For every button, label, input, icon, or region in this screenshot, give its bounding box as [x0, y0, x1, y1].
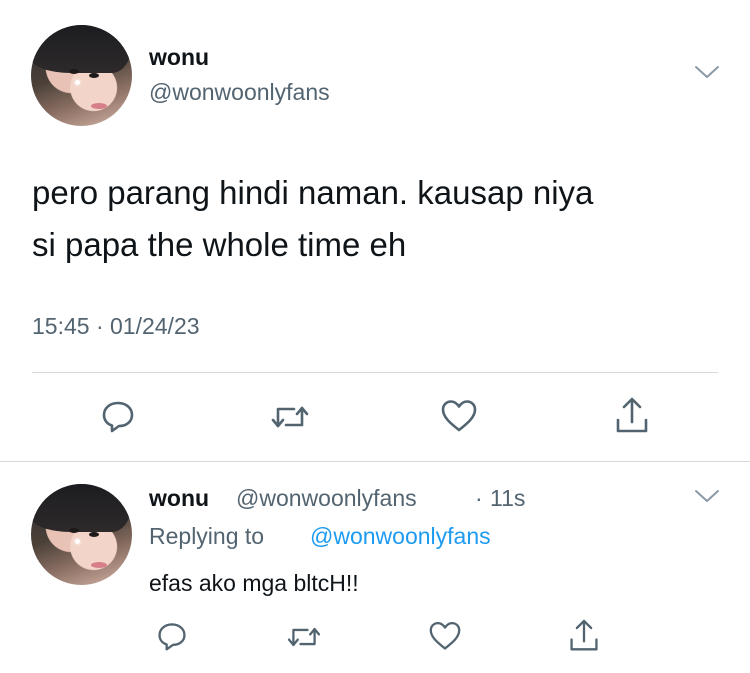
replying-to-label: Replying to: [149, 523, 265, 549]
reply-icon[interactable]: [156, 620, 188, 652]
avatar[interactable]: [31, 25, 132, 126]
chevron-down-icon[interactable]: [694, 488, 720, 504]
reply-author-handle[interactable]: @wonwoonlyfans: [236, 485, 417, 512]
reply-icon[interactable]: [100, 398, 136, 434]
tweet-text-line: si papa the whole time eh: [32, 226, 407, 263]
share-icon[interactable]: [614, 396, 650, 436]
reply-age[interactable]: 11s: [490, 485, 525, 512]
heart-icon[interactable]: [428, 620, 462, 652]
tweet-timestamp[interactable]: 15:45 · 01/24/23: [32, 313, 200, 340]
retweet-icon[interactable]: [270, 400, 310, 434]
reply-author-name[interactable]: wonu: [149, 485, 209, 512]
author-handle[interactable]: @wonwoonlyfans: [149, 79, 330, 106]
share-icon[interactable]: [568, 618, 600, 654]
reply-text: efas ako mga bltcH!!: [149, 570, 359, 596]
divider: [0, 461, 750, 462]
replying-to-link[interactable]: @wonwoonlyfans: [310, 523, 491, 550]
chevron-down-icon[interactable]: [694, 64, 720, 80]
author-name[interactable]: wonu: [149, 44, 209, 71]
tweet-text-line: pero parang hindi naman. kausap niya: [32, 174, 594, 211]
separator-dot: ·: [475, 485, 483, 511]
tweet-text: pero parang hindi naman. kausap niya si …: [32, 167, 732, 271]
divider: [32, 372, 718, 373]
heart-icon[interactable]: [440, 398, 478, 434]
avatar[interactable]: [31, 484, 132, 585]
retweet-icon[interactable]: [286, 622, 322, 652]
